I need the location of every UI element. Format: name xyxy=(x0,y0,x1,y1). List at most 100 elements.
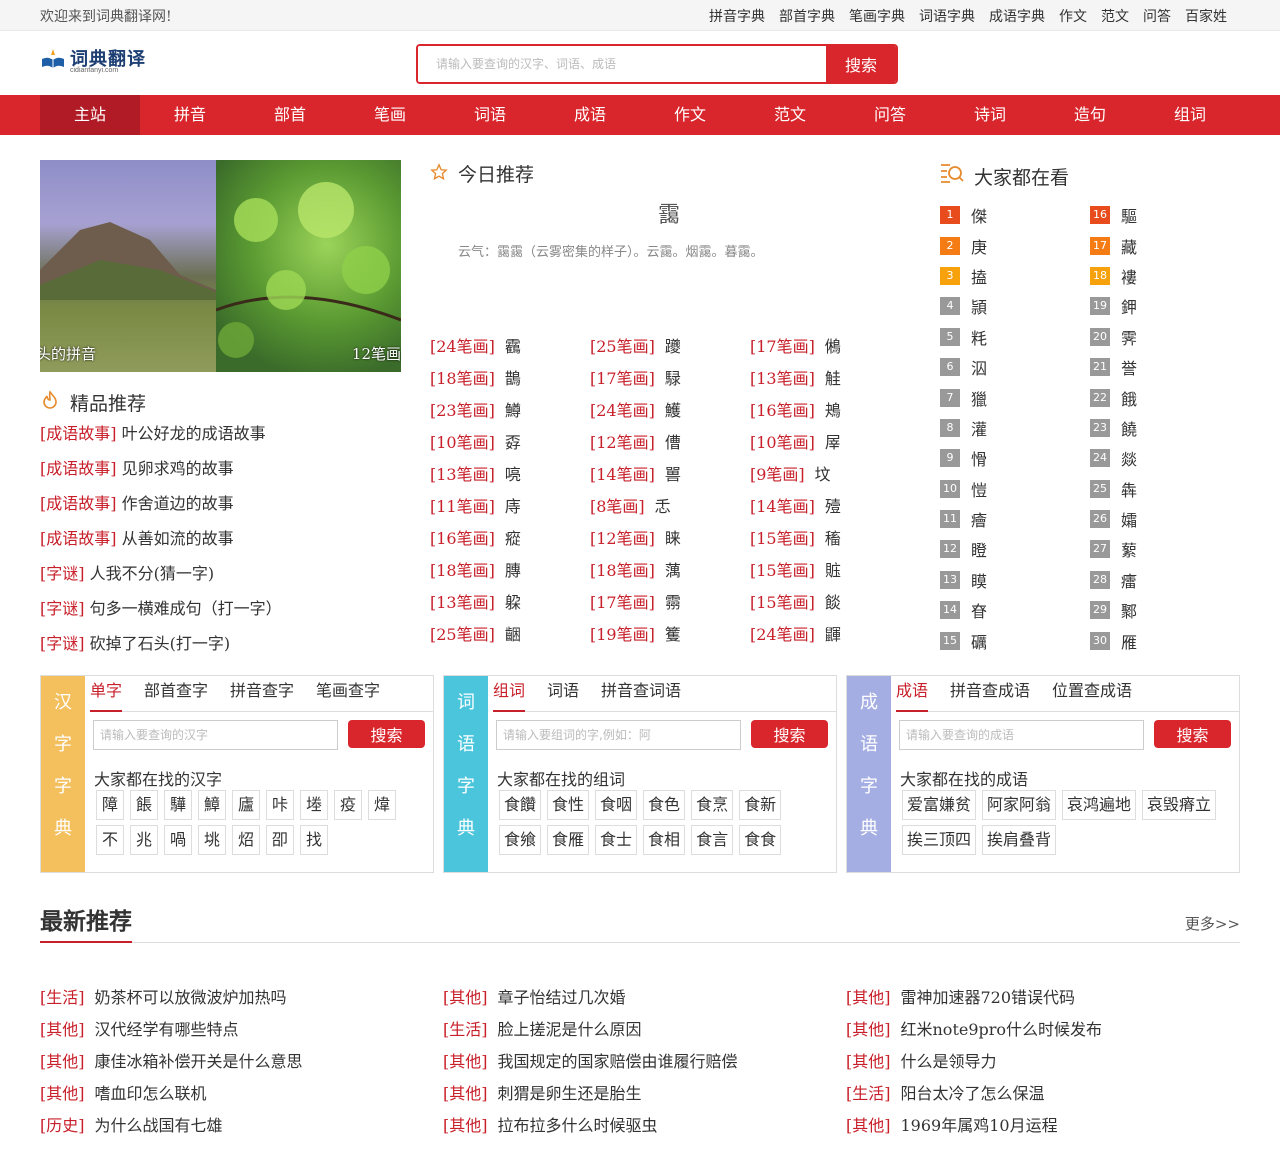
chip[interactable]: 堘 xyxy=(300,790,328,820)
stroke-char[interactable]: 鴂 xyxy=(825,401,841,420)
chip[interactable]: 驊 xyxy=(164,790,192,820)
hot-char[interactable]: 驅 xyxy=(1121,203,1137,227)
hot-item[interactable]: 12 瞪 xyxy=(940,534,1090,564)
chip[interactable]: 阿家阿翁 xyxy=(982,790,1057,820)
chip[interactable]: 挨肩叠背 xyxy=(982,825,1057,855)
chip[interactable]: 煒 xyxy=(368,790,396,820)
chip[interactable]: 食相 xyxy=(643,825,686,855)
hot-item[interactable]: 27 蕠 xyxy=(1090,534,1240,564)
nav-ciyu[interactable]: 词语 xyxy=(440,95,540,135)
stroke-cell[interactable]: [8笔画] 忎 xyxy=(590,493,750,525)
chip[interactable]: 找 xyxy=(300,825,328,855)
hot-char[interactable]: 蕠 xyxy=(1121,537,1137,561)
hot-char[interactable]: 饒 xyxy=(1121,416,1137,440)
list-item[interactable]: [成语故事] 见卵求鸡的故事 xyxy=(40,455,282,490)
list-item[interactable]: [成语故事] 作舍道边的故事 xyxy=(40,490,282,525)
stroke-char[interactable]: 稸 xyxy=(825,529,841,548)
search-input[interactable] xyxy=(418,46,830,82)
today-word[interactable]: 靄 xyxy=(658,197,680,229)
chip[interactable]: 食饡 xyxy=(499,790,542,820)
stroke-cell[interactable]: [15笔画] 餤 xyxy=(750,589,910,621)
item-tag[interactable]: [其他] xyxy=(40,1020,85,1039)
stroke-char[interactable]: 騄 xyxy=(665,369,681,388)
nav-chengyu[interactable]: 成语 xyxy=(540,95,640,135)
nav-zuowen[interactable]: 作文 xyxy=(640,95,740,135)
hot-item[interactable]: 2庚 xyxy=(940,230,1090,260)
item-text[interactable]: 章子怡结过几次婚 xyxy=(498,988,626,1007)
top-link-fanwen[interactable]: 范文 xyxy=(1101,6,1129,26)
hot-item[interactable]: 8灌 xyxy=(940,413,1090,443)
hot-item[interactable]: 16 驅 xyxy=(1090,200,1240,230)
hot-item[interactable]: 25 犇 xyxy=(1090,474,1240,504)
hot-item[interactable]: 14 眘 xyxy=(940,595,1090,625)
stroke-count[interactable]: [17笔画] xyxy=(590,369,655,388)
stroke-count[interactable]: [18笔画] xyxy=(430,369,495,388)
hot-item[interactable]: 24 燚 xyxy=(1090,443,1240,473)
item-text[interactable]: 见卵求鸡的故事 xyxy=(122,459,234,478)
nav-home[interactable]: 主站 xyxy=(40,95,140,135)
nav-zuci[interactable]: 组词 xyxy=(1140,95,1240,135)
hot-item[interactable]: 10 愷 xyxy=(940,474,1090,504)
hot-char[interactable]: 霁 xyxy=(1121,325,1137,349)
chip[interactable]: 爱富嫌贫 xyxy=(902,790,977,820)
stroke-count[interactable]: [13笔画] xyxy=(750,369,815,388)
stroke-char[interactable]: 鱯 xyxy=(665,401,681,420)
stroke-char[interactable]: 嘼 xyxy=(665,465,681,484)
top-link-pinyin[interactable]: 拼音字典 xyxy=(709,6,765,26)
item-tag[interactable]: [其他] xyxy=(846,988,891,1007)
latest-item[interactable]: [其他] 章子怡结过几次婚 xyxy=(443,984,843,1016)
chip[interactable]: 食雁 xyxy=(547,825,590,855)
hot-item[interactable]: 11 癐 xyxy=(940,504,1090,534)
item-tag[interactable]: [字谜] xyxy=(40,599,85,618)
hot-item[interactable]: 22 餓 xyxy=(1090,382,1240,412)
chip[interactable]: 疫 xyxy=(334,790,362,820)
chip[interactable]: 食咽 xyxy=(595,790,638,820)
stroke-char[interactable]: 齫 xyxy=(505,625,521,644)
item-tag[interactable]: [其他] xyxy=(846,1116,891,1135)
chip[interactable]: 不 xyxy=(96,825,124,855)
stroke-count[interactable]: [10笔画] xyxy=(750,433,815,452)
panel-search-input[interactable] xyxy=(899,720,1144,750)
hot-item[interactable]: 28 癗 xyxy=(1090,565,1240,595)
top-link-wenda[interactable]: 问答 xyxy=(1143,6,1171,26)
stroke-char[interactable]: 喨 xyxy=(505,465,521,484)
chip[interactable]: 廬 xyxy=(232,790,260,820)
chip[interactable]: 垗 xyxy=(198,825,226,855)
hot-item[interactable]: 20 霁 xyxy=(1090,322,1240,352)
stroke-char[interactable]: 傮 xyxy=(665,433,681,452)
hot-char[interactable]: 藏 xyxy=(1121,234,1137,258)
panel-tab[interactable]: 组词 xyxy=(493,676,526,712)
stroke-char[interactable]: 忎 xyxy=(655,497,671,516)
hot-item[interactable]: 15 礪 xyxy=(940,625,1090,655)
hot-item[interactable]: 29 鄹 xyxy=(1090,595,1240,625)
hot-char[interactable]: 眘 xyxy=(971,598,987,622)
stroke-cell[interactable]: [17笔画] 騄 xyxy=(590,365,750,397)
stroke-cell[interactable]: [13笔画] 躱 xyxy=(430,589,590,621)
stroke-count[interactable]: [19笔画] xyxy=(590,625,655,644)
stroke-count[interactable]: [24笔画] xyxy=(430,337,495,356)
hot-char[interactable]: 癗 xyxy=(1121,568,1137,592)
hot-item[interactable]: 9愲 xyxy=(940,443,1090,473)
hot-item[interactable]: 3搕 xyxy=(940,261,1090,291)
hot-char[interactable]: 誉 xyxy=(1121,355,1137,379)
stroke-cell[interactable]: [19笔画] 籆 xyxy=(590,621,750,653)
panel-tab[interactable]: 成语 xyxy=(896,676,929,712)
item-text[interactable]: 嗜血印怎么联机 xyxy=(95,1084,207,1103)
item-tag[interactable]: [历史] xyxy=(40,1116,85,1135)
stroke-cell[interactable]: [15笔画] 賘 xyxy=(750,557,910,589)
stroke-char[interactable]: 瘲 xyxy=(505,529,521,548)
stroke-cell[interactable]: [18笔画] 膞 xyxy=(430,557,590,589)
item-tag[interactable]: [成语故事] xyxy=(40,424,117,443)
stroke-cell[interactable]: [10笔画] 孬 xyxy=(430,429,590,461)
stroke-char[interactable]: 坟 xyxy=(815,465,831,484)
panel-search-button[interactable]: 搜索 xyxy=(751,720,828,748)
hot-char[interactable]: 泅 xyxy=(971,355,987,379)
hot-item[interactable]: 5粍 xyxy=(940,322,1090,352)
latest-item[interactable]: [其他] 拉布拉多什么时候驱虫 xyxy=(443,1112,843,1144)
nav-bihua[interactable]: 笔画 xyxy=(340,95,440,135)
item-text[interactable]: 为什么战国有七雄 xyxy=(95,1116,223,1135)
chip[interactable]: 挨三顶四 xyxy=(902,825,977,855)
item-tag[interactable]: [其他] xyxy=(40,1084,85,1103)
panel-tab[interactable]: 拼音查字 xyxy=(230,676,294,711)
stroke-count[interactable]: [13笔画] xyxy=(430,465,495,484)
